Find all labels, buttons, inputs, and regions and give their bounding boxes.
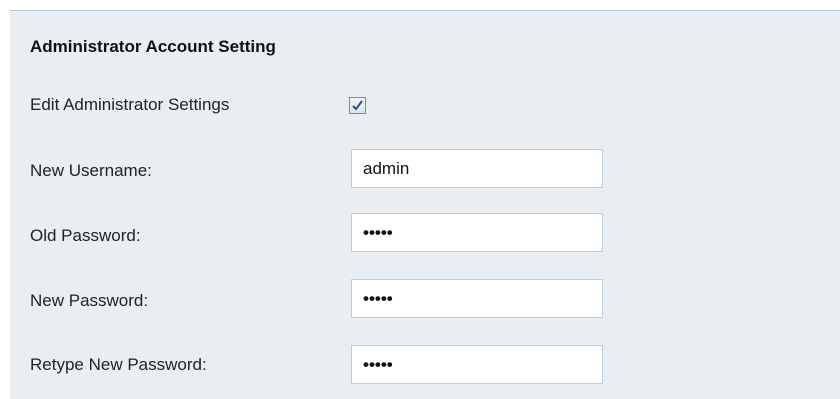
section-title: Administrator Account Setting xyxy=(30,37,276,56)
retype-new-password-label: Retype New Password: xyxy=(30,355,207,374)
retype-new-password-input[interactable]: ••••• xyxy=(351,345,603,384)
new-password-input[interactable]: ••••• xyxy=(351,279,603,318)
edit-admin-settings-label: Edit Administrator Settings xyxy=(30,95,230,114)
edit-admin-settings-checkbox[interactable] xyxy=(349,97,366,114)
old-password-label: Old Password: xyxy=(30,226,141,245)
checkmark-icon xyxy=(352,100,363,111)
new-username-input[interactable]: admin xyxy=(351,149,603,188)
old-password-input[interactable]: ••••• xyxy=(351,213,603,252)
new-password-label: New Password: xyxy=(30,291,149,310)
new-username-label: New Username: xyxy=(30,161,152,180)
admin-account-panel: Administrator Account Setting Edit Admin… xyxy=(10,10,840,399)
